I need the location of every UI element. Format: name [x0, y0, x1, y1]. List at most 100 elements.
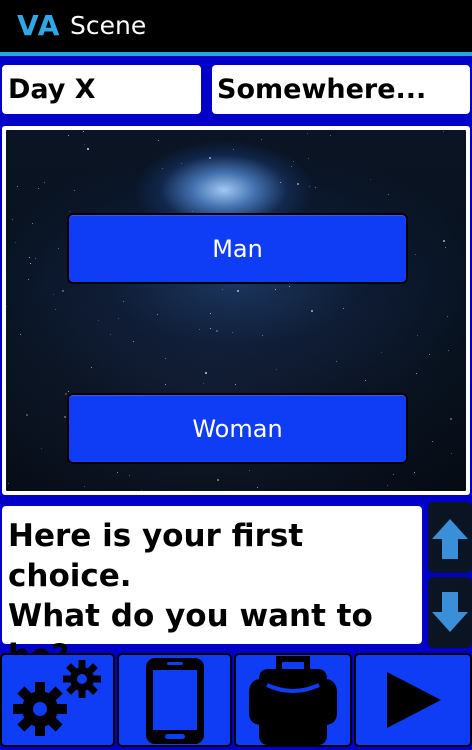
app-logo: VA	[17, 9, 61, 42]
star	[98, 320, 100, 322]
star	[279, 181, 281, 183]
star	[315, 187, 317, 189]
star	[90, 367, 92, 369]
star	[335, 360, 337, 362]
star	[450, 418, 453, 421]
star	[429, 353, 431, 355]
star	[204, 372, 207, 375]
settings-button[interactable]	[0, 653, 115, 747]
star	[67, 134, 69, 136]
star	[192, 210, 194, 212]
star	[330, 135, 332, 137]
star	[43, 181, 45, 183]
star	[293, 161, 295, 163]
star	[392, 474, 394, 476]
phone-button[interactable]	[117, 653, 232, 747]
scroll-down-button[interactable]	[428, 577, 472, 648]
star	[64, 392, 67, 395]
star	[12, 218, 14, 220]
star	[164, 384, 166, 386]
star	[6, 305, 8, 307]
scroll-up-button[interactable]	[428, 502, 472, 573]
star	[261, 138, 263, 140]
star	[308, 157, 310, 159]
app-title: Scene	[70, 11, 147, 40]
arrow-down-icon	[432, 591, 468, 632]
location-field: Somewhere...	[212, 65, 470, 114]
star	[122, 301, 124, 303]
day-text: Day X	[8, 74, 96, 105]
star	[215, 329, 218, 332]
star	[307, 132, 309, 134]
star	[369, 179, 371, 181]
star	[218, 186, 220, 188]
star	[413, 472, 415, 474]
star	[448, 349, 450, 351]
star	[158, 139, 160, 141]
star	[32, 222, 34, 224]
arrow-up-icon	[432, 518, 468, 559]
star	[380, 351, 382, 353]
star	[297, 182, 299, 185]
star	[289, 285, 290, 287]
star	[256, 487, 258, 489]
star	[82, 131, 84, 133]
star	[133, 341, 135, 343]
star	[25, 414, 28, 417]
star	[55, 309, 57, 311]
star	[364, 380, 366, 382]
star	[7, 483, 9, 485]
star	[61, 290, 64, 293]
star	[208, 157, 211, 160]
star	[164, 357, 166, 359]
star	[68, 210, 70, 212]
star	[38, 188, 40, 190]
star	[17, 185, 19, 187]
star	[198, 328, 200, 330]
star	[209, 328, 211, 330]
star	[291, 165, 292, 167]
gears-icon	[12, 660, 101, 736]
star	[110, 334, 112, 336]
star	[234, 383, 236, 385]
star	[261, 334, 263, 336]
star	[180, 162, 182, 164]
star	[442, 239, 445, 242]
star	[117, 318, 119, 320]
choice-woman-button[interactable]: Woman	[67, 393, 408, 464]
star	[74, 190, 76, 192]
star	[41, 448, 43, 450]
scene-panel: Man Woman	[2, 126, 470, 495]
star	[233, 148, 235, 150]
star	[156, 314, 158, 316]
star	[414, 254, 416, 256]
star	[451, 452, 453, 454]
star	[53, 293, 55, 295]
star	[203, 383, 205, 384]
day-field: Day X	[2, 65, 201, 114]
star	[63, 416, 66, 419]
star	[116, 472, 118, 474]
star	[309, 185, 311, 187]
star	[14, 241, 16, 243]
star	[209, 312, 211, 314]
star	[310, 310, 313, 313]
star	[442, 130, 444, 132]
star	[387, 485, 389, 487]
star	[445, 247, 447, 249]
star	[128, 475, 130, 477]
star	[19, 333, 21, 335]
star	[27, 278, 29, 280]
star	[342, 307, 344, 309]
star	[415, 372, 417, 374]
scene-background-image: Man Woman	[6, 130, 466, 491]
next-button[interactable]	[354, 653, 472, 747]
backpack-icon	[249, 656, 337, 745]
dialog-box: Here is your first choice. What do you w…	[2, 506, 422, 674]
choice-man-button[interactable]: Man	[67, 213, 408, 284]
inventory-button[interactable]	[234, 653, 352, 747]
star	[275, 289, 277, 291]
star	[57, 248, 59, 250]
dialog-line-1: Here is your first choice.	[8, 518, 304, 594]
star	[417, 335, 419, 337]
